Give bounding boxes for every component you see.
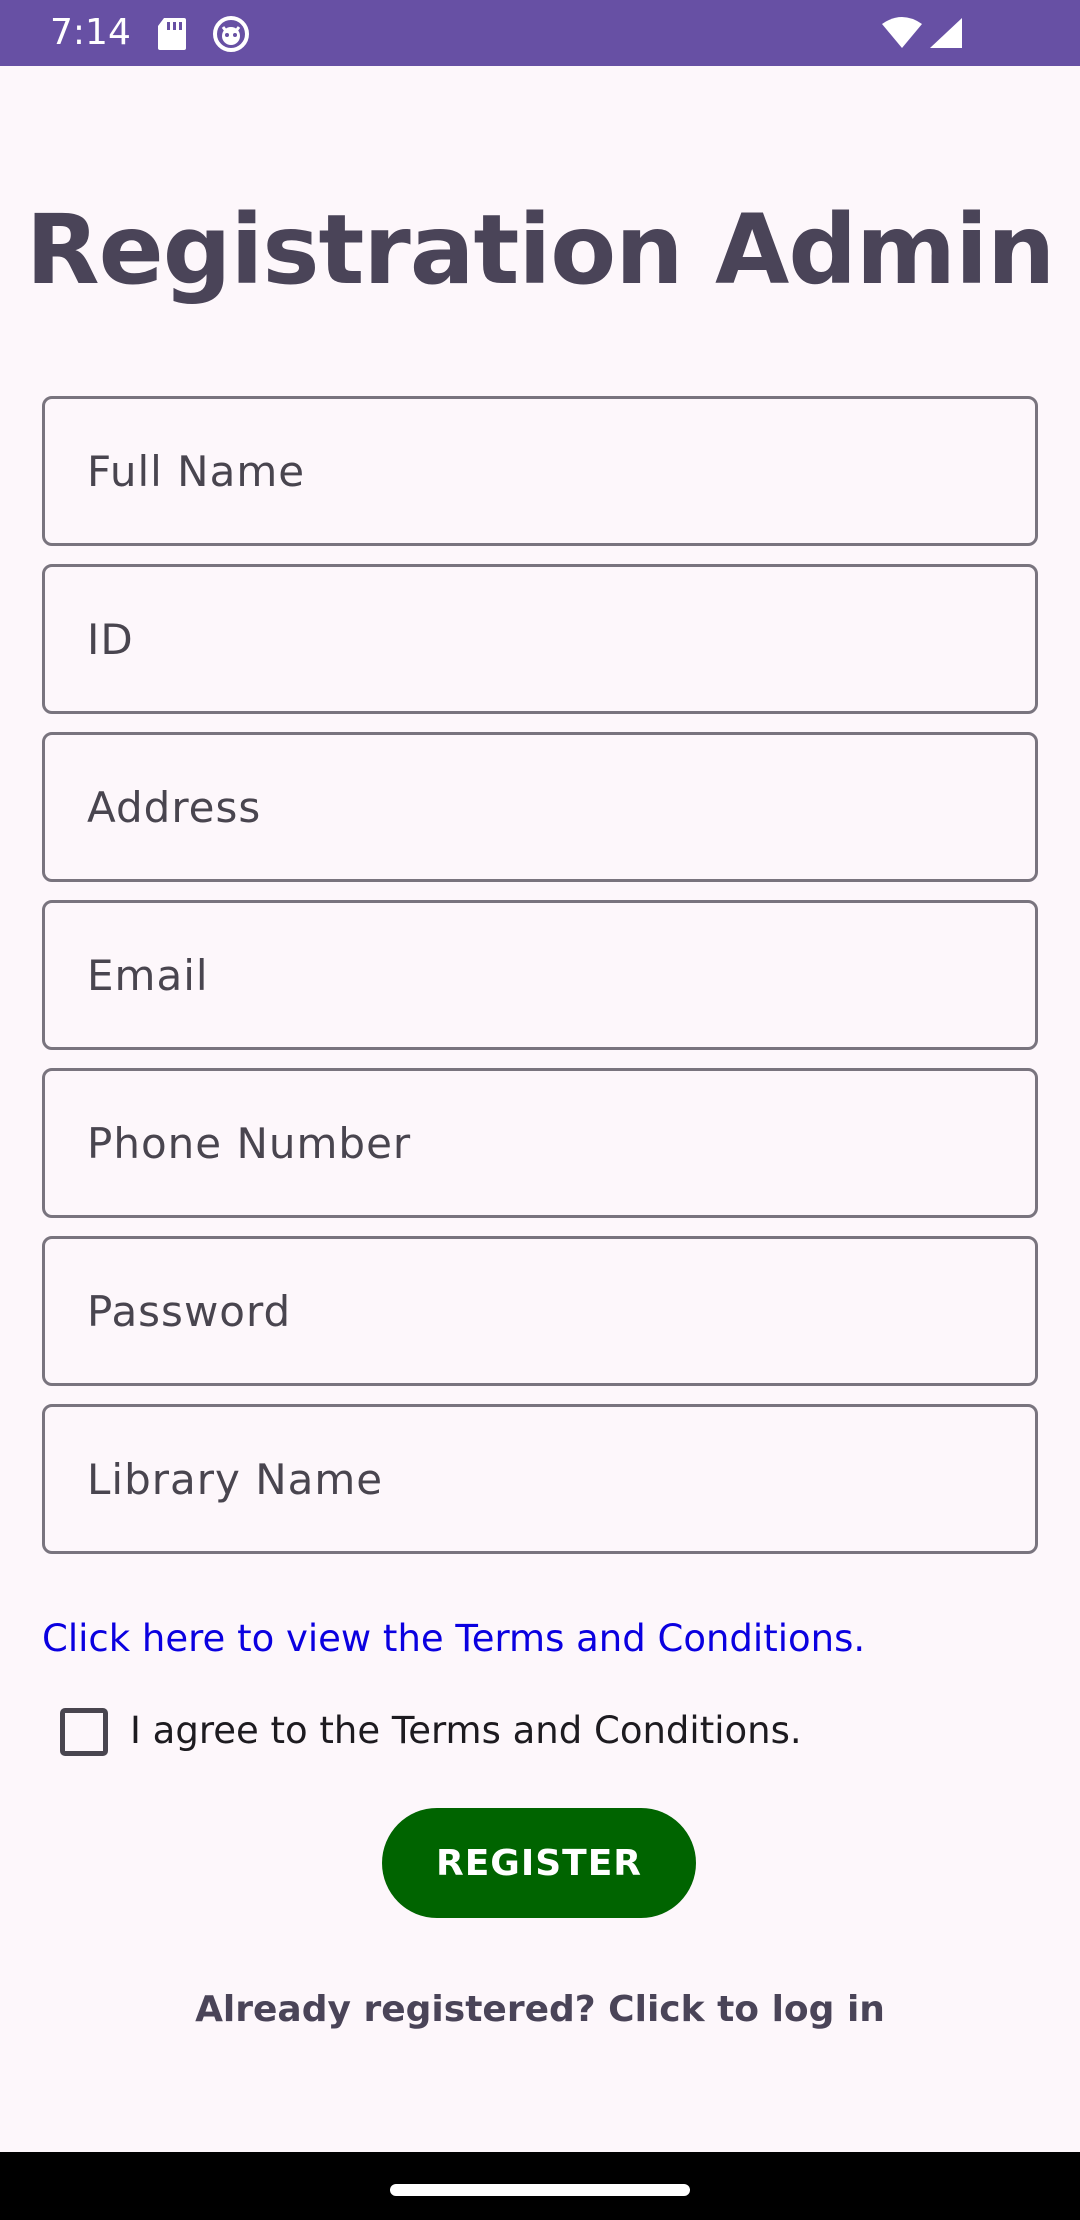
- id-field[interactable]: [42, 564, 1038, 714]
- robot-face-icon: [213, 16, 249, 52]
- status-time: 7:14: [50, 12, 131, 53]
- navigation-bar: [0, 2152, 1080, 2220]
- register-button[interactable]: REGISTER: [382, 1808, 696, 1918]
- terms-checkbox[interactable]: [60, 1708, 108, 1756]
- login-link[interactable]: Already registered? Click to log in: [0, 1982, 1080, 2038]
- terms-checkbox-label: I agree to the Terms and Conditions.: [130, 1709, 802, 1752]
- sd-card-icon: [158, 18, 186, 50]
- signal-icon: [930, 18, 962, 48]
- terms-link[interactable]: Click here to view the Terms and Conditi…: [42, 1612, 865, 1666]
- email-field[interactable]: [42, 900, 1038, 1050]
- page-title: Registration Admin: [25, 194, 1056, 306]
- library-name-field[interactable]: [42, 1404, 1038, 1554]
- full-name-field[interactable]: [42, 396, 1038, 546]
- phone-number-field[interactable]: [42, 1068, 1038, 1218]
- address-field[interactable]: [42, 732, 1038, 882]
- password-field[interactable]: [42, 1236, 1038, 1386]
- wifi-icon: [882, 17, 922, 48]
- home-handle[interactable]: [390, 2184, 690, 2196]
- status-bar: 7:14: [0, 0, 1080, 66]
